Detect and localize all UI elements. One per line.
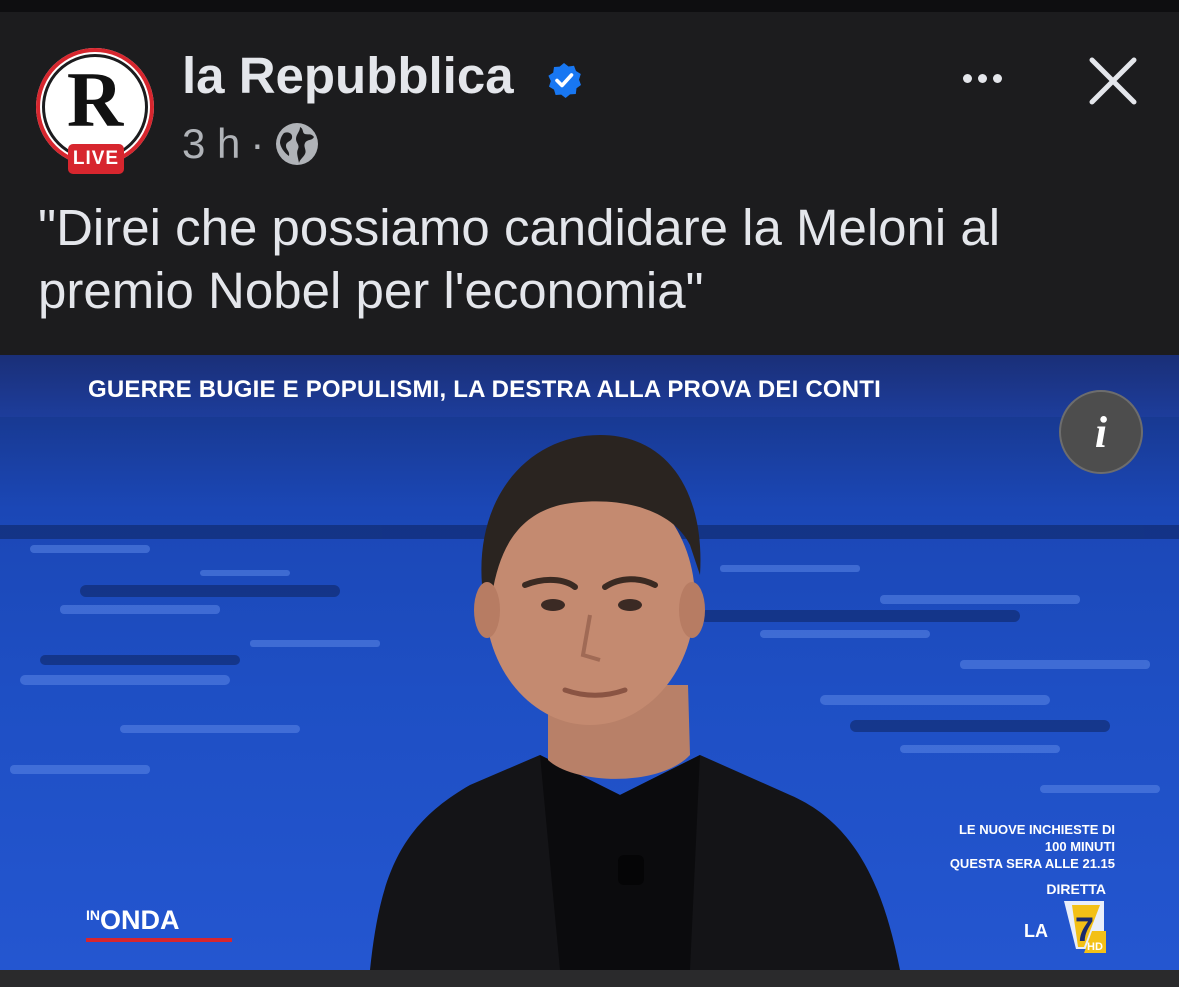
- promo-line: LE NUOVE INCHIESTE DI: [958, 822, 1115, 837]
- promo-line: 100 MINUTI: [1044, 839, 1115, 854]
- caption-line: "Direi che possiamo candidare la Meloni …: [38, 199, 1001, 256]
- promo-line: QUESTA SERA ALLE 21.15: [949, 856, 1115, 871]
- bottom-strip: [0, 970, 1179, 987]
- caption-line: premio Nobel per l'economia": [38, 262, 704, 319]
- tv-headline: GUERRE BUGIE E POPULISMI, LA DESTRA ALLA…: [88, 376, 882, 403]
- diretta-label: DIRETTA: [1046, 881, 1106, 897]
- meta-separator: ·: [250, 120, 265, 167]
- in-onda-logo: INONDA: [86, 905, 180, 936]
- verified-badge-icon: [548, 63, 581, 98]
- la7-logo: LA 7 HD: [1024, 901, 1106, 953]
- post-image[interactable]: GUERRE BUGIE E POPULISMI, LA DESTRA ALLA…: [0, 355, 1179, 970]
- promo-text: LE NUOVE INCHIESTE DI 100 MINUTI QUESTA …: [905, 821, 1115, 872]
- more-options-dot: [992, 73, 1002, 83]
- in-onda-name: ONDA: [100, 905, 180, 935]
- la7-hd: HD: [1087, 941, 1103, 953]
- la7-prefix: LA: [1024, 921, 1048, 941]
- info-button[interactable]: i: [1059, 390, 1143, 474]
- more-options-icon: [962, 73, 972, 83]
- more-options-dot: [977, 73, 987, 83]
- in-onda-prefix: IN: [86, 907, 100, 923]
- tv-studio-scene: [0, 355, 1179, 970]
- in-onda-underline: [86, 938, 232, 942]
- globe-icon: [276, 123, 319, 165]
- post-caption: "Direi che possiamo candidare la Meloni …: [38, 196, 1138, 322]
- close-icon[interactable]: [1084, 52, 1142, 110]
- page-name-link[interactable]: la Repubblica: [182, 50, 514, 101]
- post-timestamp[interactable]: 3 h: [182, 120, 240, 168]
- avatar-letter: R: [66, 56, 124, 143]
- info-icon: i: [1094, 407, 1108, 457]
- post-meta: 3 h ·: [182, 120, 320, 168]
- more-options-button[interactable]: [950, 58, 1014, 98]
- top-strip: [0, 0, 1179, 12]
- live-badge: LIVE: [68, 144, 124, 174]
